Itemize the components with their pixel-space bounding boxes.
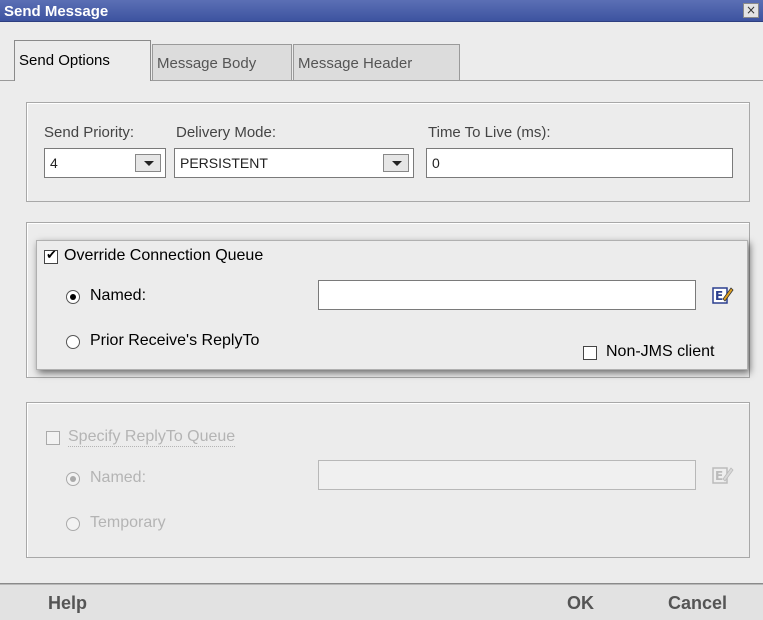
svg-text:E: E <box>715 469 723 483</box>
footer-bar: Help OK Cancel <box>0 585 763 620</box>
window-title: Send Message <box>4 3 109 20</box>
chevron-down-icon[interactable] <box>135 154 161 172</box>
named-radio[interactable] <box>66 290 80 304</box>
send-priority-select[interactable]: 4 <box>44 148 166 178</box>
temporary-radio[interactable] <box>66 517 80 531</box>
override-queue-label: Override Connection Queue <box>64 247 264 264</box>
help-button[interactable]: Help <box>48 593 87 614</box>
cancel-button[interactable]: Cancel <box>668 593 727 614</box>
tab-message-header[interactable]: Message Header <box>293 44 460 80</box>
ttl-label: Time To Live (ms): <box>428 124 551 141</box>
named-label: Named: <box>90 287 147 304</box>
prior-replyto-label: Prior Receive's ReplyTo <box>90 332 260 349</box>
replyto-name-input[interactable] <box>318 460 696 490</box>
delivery-mode-value: PERSISTENT <box>180 155 268 171</box>
specify-replyto-label: Specify ReplyTo Queue <box>68 428 236 447</box>
delivery-mode-select[interactable]: PERSISTENT <box>174 148 414 178</box>
tab-label: Message Body <box>157 55 257 72</box>
tab-label: Message Header <box>298 55 413 72</box>
queue-name-input[interactable] <box>318 280 696 310</box>
send-priority-value: 4 <box>50 155 58 171</box>
edit-icon-disabled: E <box>712 467 734 484</box>
svg-text:E: E <box>715 289 723 303</box>
delivery-mode-label: Delivery Mode: <box>176 124 277 141</box>
ttl-value: 0 <box>432 155 440 171</box>
non-jms-checkbox[interactable] <box>583 346 597 360</box>
override-queue-checkbox[interactable] <box>44 248 58 264</box>
prior-replyto-radio[interactable] <box>66 335 80 349</box>
send-priority-label: Send Priority: <box>44 124 135 141</box>
tab-message-body[interactable]: Message Body <box>152 44 292 80</box>
tab-label: Send Options <box>19 52 110 69</box>
close-button[interactable]: × <box>743 3 759 18</box>
non-jms-label: Non-JMS client <box>606 343 715 360</box>
ok-button[interactable]: OK <box>567 593 594 614</box>
named-radio-disabled[interactable] <box>66 472 80 486</box>
tab-send-options[interactable]: Send Options <box>14 40 151 81</box>
specify-replyto-checkbox[interactable] <box>46 431 60 445</box>
edit-icon[interactable]: E <box>712 285 734 305</box>
temporary-label: Temporary <box>90 514 166 531</box>
named-label-disabled: Named: <box>90 469 147 486</box>
chevron-down-icon[interactable] <box>383 154 409 172</box>
title-bar: Send Message × <box>0 0 763 22</box>
ttl-input[interactable]: 0 <box>426 148 733 178</box>
